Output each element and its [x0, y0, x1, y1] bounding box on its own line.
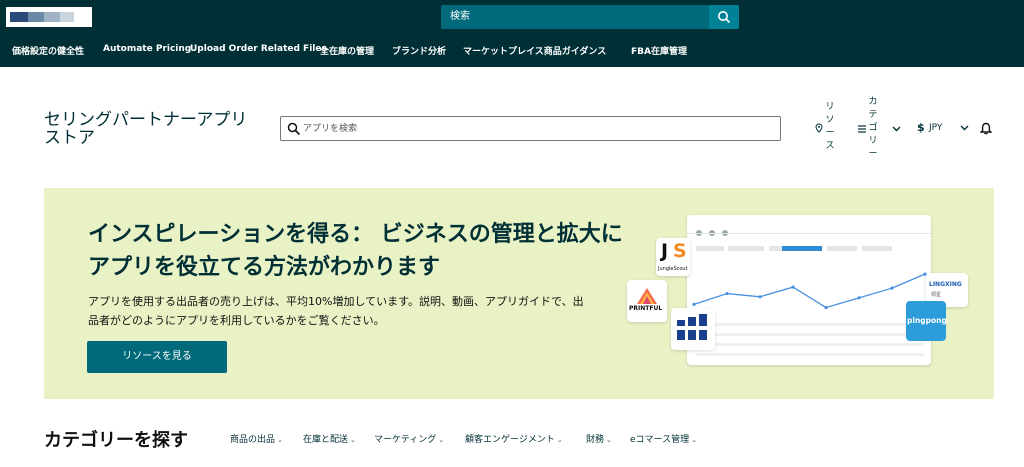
mock-chart-line [693, 273, 926, 309]
global-search-button[interactable] [709, 5, 739, 29]
analytics-bars-logo [671, 308, 715, 350]
category-tab-listing[interactable]: 商品の出品 ⌄ [230, 432, 283, 445]
app-search-box[interactable] [280, 116, 781, 141]
nav-item-marketplace-guidance[interactable]: マーケットプレイス商品ガイダンス [463, 44, 606, 57]
nav-item-manage-inventory[interactable]: 全在庫の管理 [320, 44, 374, 57]
location-pin-icon [815, 123, 823, 133]
mock-chart-point [824, 306, 828, 310]
list-icon [858, 125, 866, 133]
promo-banner: インスピレーションを得る： ビジネスの管理と拡大にアプリを役立てる方法がわかりま… [44, 188, 994, 399]
nav-item-fba-inventory[interactable]: FBA在庫管理 [631, 44, 687, 57]
mock-chart-point [725, 291, 729, 296]
junglescout-logo: J S JungleScout [656, 238, 690, 276]
app-search-input[interactable] [303, 120, 773, 138]
search-icon [718, 11, 730, 23]
view-resources-button[interactable]: リソースを見る [87, 341, 227, 373]
banner-description: アプリを使用する出品者の売り上げは、平均10%増加しています。説明、動画、アプリ… [88, 295, 584, 327]
mock-chart-point [791, 285, 795, 289]
currency-selector[interactable]: JPY [929, 123, 942, 133]
mock-chart-point [857, 296, 861, 300]
mock-chart-point [692, 302, 696, 306]
category-tab-inventory[interactable]: 在庫と配送 ⌄ [303, 432, 356, 445]
nav-item-automate-pricing[interactable]: Automate Pricing [103, 44, 191, 54]
categories-heading: カテゴリーを探す [44, 430, 188, 451]
top-bar: 検索 [0, 0, 1024, 34]
page-title: セリングパートナーアプリストア [44, 110, 248, 148]
chevron-down-icon[interactable] [892, 126, 901, 132]
mock-chart-point [890, 286, 894, 290]
mock-chart-point [758, 295, 762, 299]
category-tab-ecommerce[interactable]: eコマース管理 ⌄ [630, 432, 697, 445]
category-tab-customer-engagement[interactable]: 顧客エンゲージメント ⌄ [465, 432, 563, 445]
categories-menu[interactable]: カテゴリー [868, 96, 878, 161]
global-search-input[interactable]: 検索 [441, 5, 709, 29]
mock-table-lines [696, 323, 924, 356]
shortcut-nav-bar: 価格設定の健全性 Automate Pricing Upload Order R… [0, 34, 1024, 67]
nav-item-upload-order-files[interactable]: Upload Order Related Files [190, 44, 327, 54]
resources-link[interactable]: リソース [825, 101, 835, 153]
chevron-down-icon[interactable] [960, 125, 969, 131]
category-tab-marketing[interactable]: マーケティング ⌄ [374, 432, 444, 445]
bell-icon[interactable] [980, 122, 992, 135]
nav-item-pricing-health[interactable]: 価格設定の健全性 [12, 44, 84, 57]
category-tab-finance[interactable]: 財務 ⌄ [586, 432, 612, 445]
seller-central-logo[interactable] [6, 7, 92, 27]
search-icon [287, 122, 300, 135]
banner-heading: インスピレーションを得る： ビジネスの管理と拡大にアプリを役立てる方法がわかりま… [88, 222, 623, 280]
nav-item-brand-analytics[interactable]: ブランド分析 [392, 44, 446, 57]
dollar-icon: $ [917, 121, 925, 134]
dashboard-illustration [687, 215, 931, 365]
pingpong-logo: pingpong [906, 301, 947, 341]
printful-logo: PRINTFUL [627, 280, 667, 322]
